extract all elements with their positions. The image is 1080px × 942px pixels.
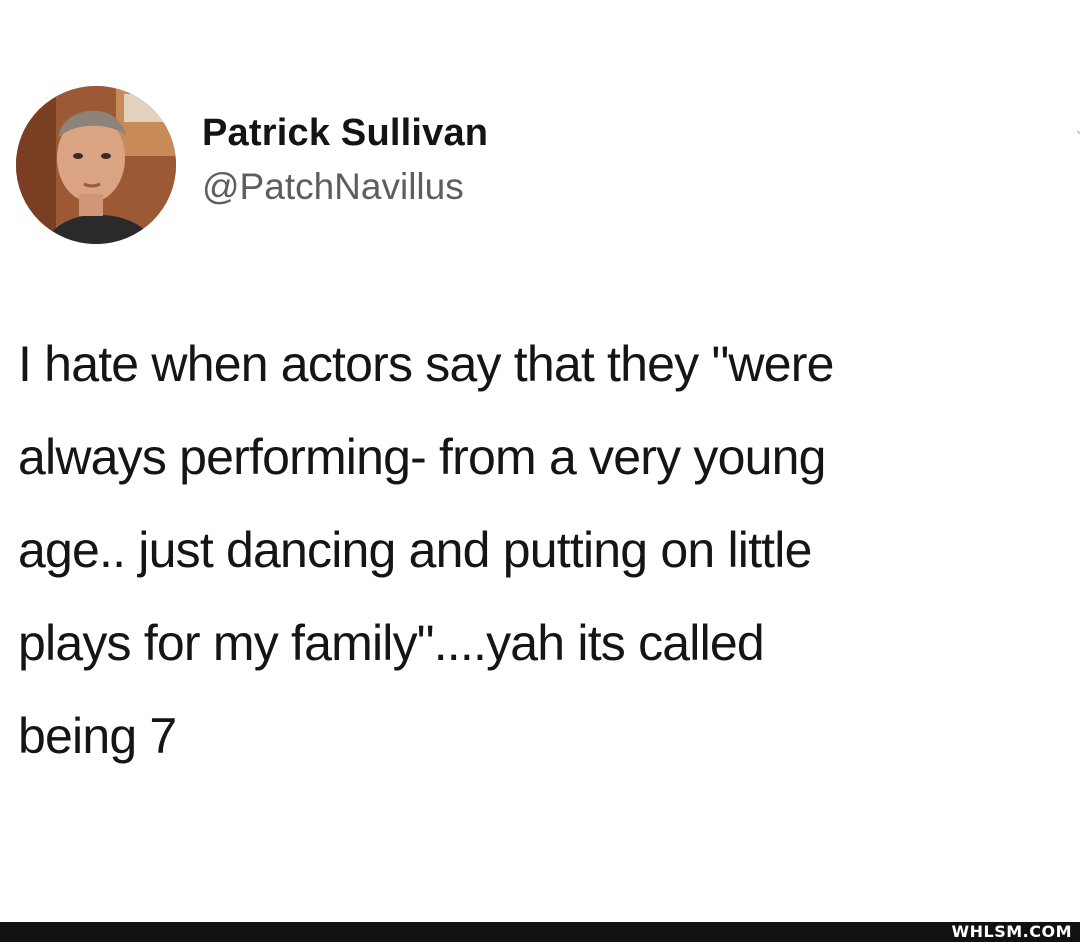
avatar-photo [16,86,176,244]
watermark-text: WHLSM.COM [951,922,1072,941]
tweet-text: I hate when actors say that they "were a… [18,336,834,764]
author-handle[interactable]: @PatchNavillus [202,166,464,208]
author-display-name[interactable]: Patrick Sullivan [202,112,488,155]
watermark-bar: WHLSM.COM [0,922,1080,942]
tweet-screenshot: Patrick Sullivan @PatchNavillus ⌄ I hate… [0,0,1080,942]
chevron-down-icon[interactable]: ⌄ [1074,122,1080,136]
avatar[interactable] [16,86,176,244]
